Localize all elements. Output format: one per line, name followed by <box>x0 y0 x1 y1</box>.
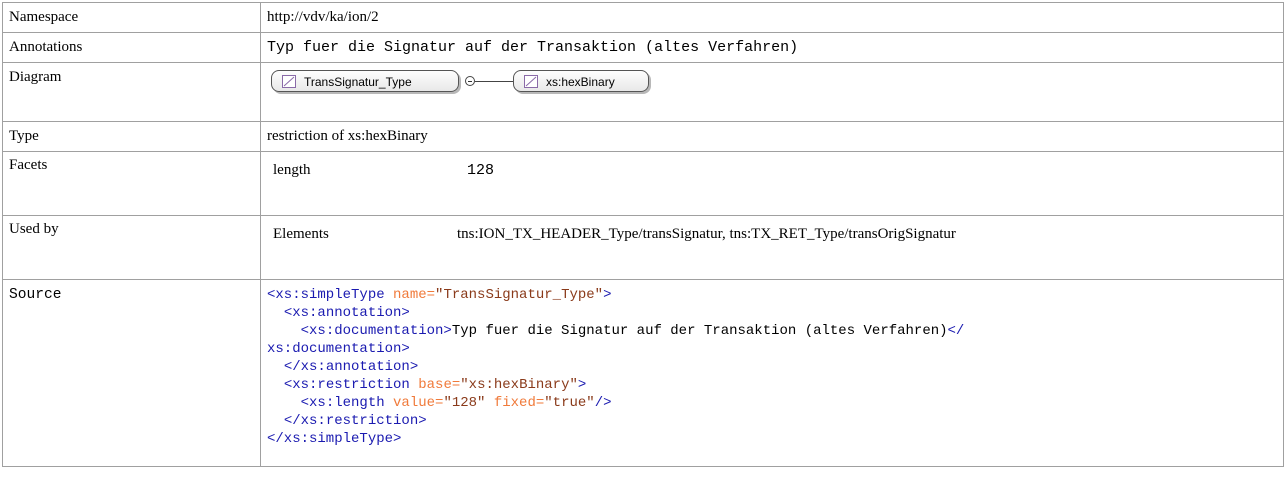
row-facets: Facets length 128 <box>2 151 1284 216</box>
type-diagram: TransSignatur_Type xs:hexBinary <box>267 63 1277 116</box>
source-cell: <xs:simpleType name="TransSignatur_Type"… <box>260 279 1284 467</box>
code-token: name= <box>384 287 436 303</box>
code-token: </xs:simpleType> <box>267 431 402 447</box>
diagram-node-xs-hexbinary[interactable]: xs:hexBinary <box>513 70 649 92</box>
namespace-label: Namespace <box>2 2 261 33</box>
simple-type-icon <box>282 75 296 88</box>
type-value: restriction of xs:hexBinary <box>260 121 1284 152</box>
code-token: <xs:length <box>300 395 385 411</box>
diagram-cell: TransSignatur_Type xs:hexBinary <box>260 62 1284 122</box>
facet-value: 128 <box>467 162 495 179</box>
used-by-elements[interactable]: tns:ION_TX_HEADER_Type/transSignatur, tn… <box>451 220 964 279</box>
code-token: <xs:documentation> <box>300 323 452 339</box>
annotations-label: Annotations <box>2 32 261 63</box>
used-by-table: Elements tns:ION_TX_HEADER_Type/transSig… <box>267 220 964 279</box>
code-token: </xs:restriction> <box>283 413 427 429</box>
code-token: xs:documentation> <box>267 341 410 357</box>
used-by-cell: Elements tns:ION_TX_HEADER_Type/transSig… <box>260 215 1284 280</box>
code-token: <xs:restriction <box>283 377 410 393</box>
used-by-kind: Elements <box>273 226 329 242</box>
code-token: "128" <box>443 395 486 411</box>
diagram-label: Diagram <box>2 62 261 122</box>
schema-doc-table: Namespace http://vdv/ka/ion/2 Annotation… <box>2 2 1284 467</box>
diagram-node1-label: TransSignatur_Type <box>304 75 412 89</box>
facets-cell: length 128 <box>260 151 1284 216</box>
row-annotations: Annotations Typ fuer die Signatur auf de… <box>2 32 1284 63</box>
source-code: <xs:simpleType name="TransSignatur_Type"… <box>267 280 1277 448</box>
row-namespace: Namespace http://vdv/ka/ion/2 <box>2 2 1284 33</box>
row-used-by: Used by Elements tns:ION_TX_HEADER_Type/… <box>2 215 1284 280</box>
simple-type-icon <box>524 75 538 88</box>
facet-name: length <box>273 162 311 178</box>
code-token: /> <box>594 395 612 411</box>
diagram-node-transsignatur-type[interactable]: TransSignatur_Type <box>271 70 459 92</box>
code-token: > <box>577 377 587 393</box>
annotations-value: Typ fuer die Signatur auf der Transaktio… <box>260 32 1284 63</box>
diagram-node2-label: xs:hexBinary <box>546 75 615 89</box>
code-token: "xs:hexBinary" <box>460 377 578 393</box>
namespace-value: http://vdv/ka/ion/2 <box>260 2 1284 33</box>
code-token: value= <box>384 395 444 411</box>
code-token: "true" <box>544 395 595 411</box>
type-label: Type <box>2 121 261 152</box>
connector-line <box>475 81 513 82</box>
code-token: Typ fuer die Signatur auf der Transaktio… <box>451 323 948 339</box>
source-label: Source <box>2 279 261 467</box>
code-token: <xs:annotation> <box>283 305 410 321</box>
code-token: "TransSignatur_Type" <box>435 287 604 303</box>
code-token: > <box>603 287 612 303</box>
code-token: </xs:annotation> <box>283 359 419 375</box>
code-token: base= <box>409 377 461 393</box>
code-token: </ <box>947 323 965 339</box>
code-token: fixed= <box>485 395 545 411</box>
row-type: Type restriction of xs:hexBinary <box>2 121 1284 152</box>
code-token: <xs:simpleType <box>267 287 385 303</box>
sequence-connector-icon <box>465 76 475 86</box>
row-diagram: Diagram TransSignatur_Type xs:hexBinary <box>2 62 1284 122</box>
facets-label: Facets <box>2 151 261 216</box>
used-by-label: Used by <box>2 215 261 280</box>
row-source: Source <xs:simpleType name="TransSignatu… <box>2 279 1284 467</box>
facets-table: length 128 <box>267 156 502 215</box>
